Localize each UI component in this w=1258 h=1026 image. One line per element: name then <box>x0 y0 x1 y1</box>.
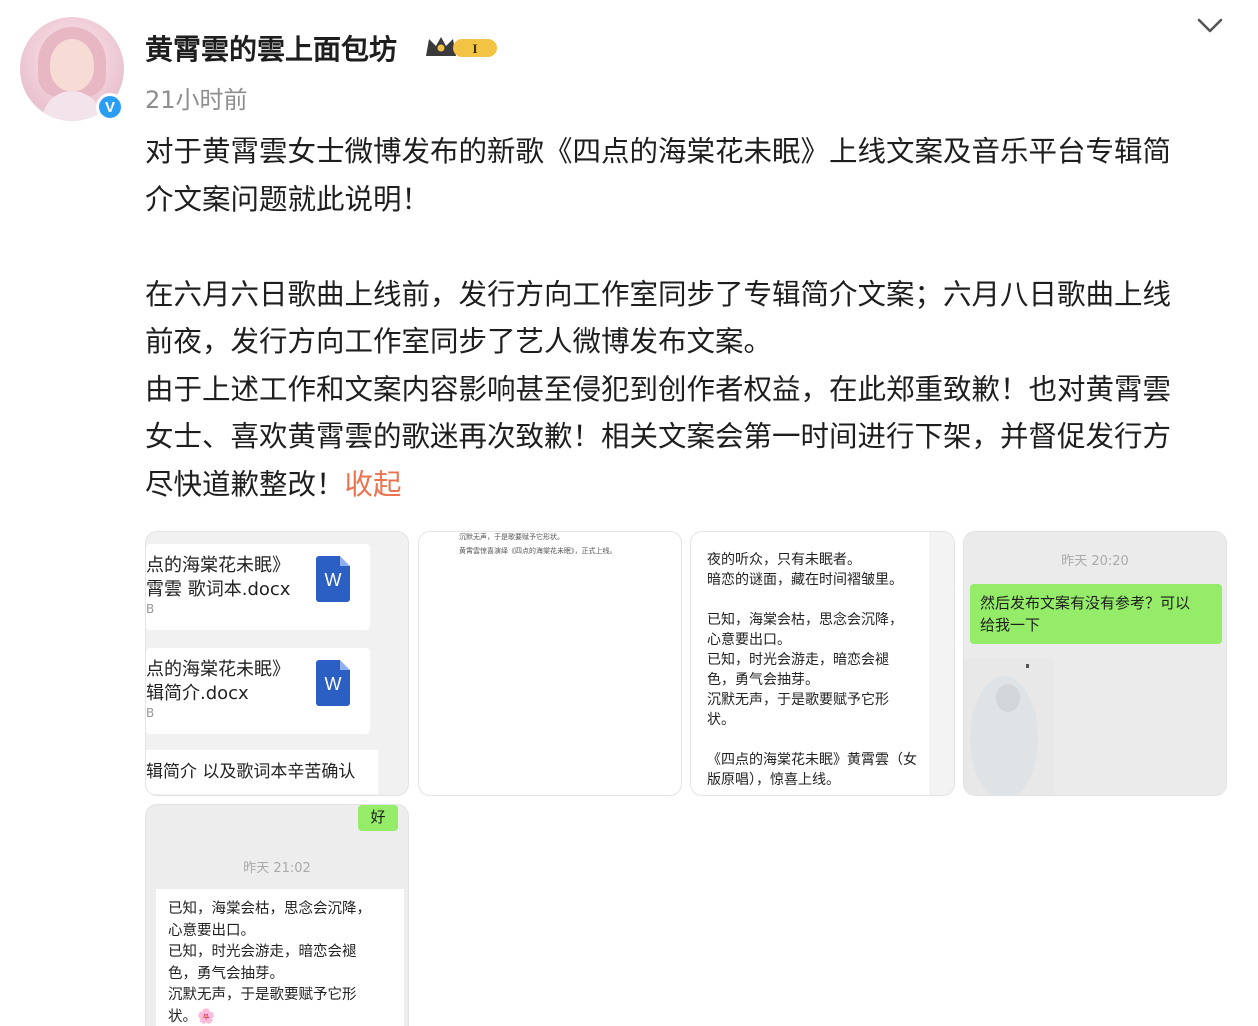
post-line: 在六月六日歌曲上线前，发行方向工作室同步了专辑简介文案；六月八日歌曲上线 <box>145 277 1172 311</box>
avatar-face <box>50 39 94 91</box>
post-body: 对于黄霄雲女士微博发布的新歌《四点的海棠花未眠》上线文案及音乐平台专辑简 介文案… <box>145 128 1235 508</box>
post-timestamp: 21小时前 <box>145 86 248 114</box>
file-size: B <box>146 602 155 616</box>
file-size: B <box>146 706 155 720</box>
file-name: 点的海棠花未眠》 辑简介.docx <box>146 659 290 704</box>
tiny-text: 黄霄雲惊喜演绎《四点的海棠花未眠》，正式上线。 <box>459 547 617 555</box>
file-card: 点的海棠花未眠》 辑简介.docx B W <box>146 648 370 734</box>
collapse-link[interactable]: 收起 <box>345 468 402 501</box>
post-line-text: 尽快道歉整改！ <box>145 467 345 501</box>
verified-badge-icon: V <box>96 93 124 121</box>
chat-time: 昨天 21:02 <box>243 861 311 876</box>
level-number: I <box>472 41 477 56</box>
flower-emoji-icon: 🌸 <box>197 1008 216 1025</box>
post-image-1[interactable]: 点的海棠花未眠》 霄雲 歌词本.docx B W 点的海棠花未眠》 辑简介.docx… <box>145 531 409 796</box>
post-line: 前夜，发行方向工作室同步了艺人微博发布文案。 <box>145 325 773 358</box>
lyric-text: 夜的听众，只有未眠者。 暗恋的谜面，藏在时间褶皱里。 已知，海棠会枯，思念会沉降… <box>707 552 917 788</box>
file-card: 点的海棠花未眠》 霄雲 歌词本.docx B W <box>146 544 370 630</box>
tiny-text: 沉默无声，于是歌要赋予它形状。 <box>459 533 564 541</box>
chat-bubble-sent: 好 <box>358 805 398 831</box>
chat-time: 昨天 20:20 <box>1061 554 1129 569</box>
file-name: 点的海棠花未眠》 霄雲 歌词本.docx <box>146 555 291 600</box>
post-line: 女士、喜欢黄霄雲的歌迷再次致歉！相关文案会第一时间进行下架，并督促发行方 <box>145 420 1172 453</box>
chat-message: 辑简介 以及歌词本辛苦确认 <box>146 750 378 794</box>
word-doc-icon: W <box>316 556 350 602</box>
chat-bubble-sent: 然后发布文案有没有参考？可以 给我一下 <box>970 584 1222 644</box>
post-image-2[interactable]: 沉默无声，于是歌要赋予它形状。 黄霄雲惊喜演绎《四点的海棠花未眠》，正式上线。 <box>418 531 682 796</box>
post-line: 由于上述工作和文案内容影响甚至侵犯到创作者权益，在此郑重致歉！也对黄霄雲 <box>145 372 1172 406</box>
username[interactable]: 黄霄雲的雲上面包坊 <box>145 28 397 68</box>
post-line: 对于黄霄雲女士微博发布的新歌《四点的海棠花未眠》上线文案及音乐平台专辑简 <box>145 135 1172 168</box>
post-image-3[interactable]: 夜的听众，只有未眠者。 暗恋的谜面，藏在时间褶皱里。 已知，海棠会枯，思念会沉降… <box>690 531 955 796</box>
blurred-photo-icon <box>964 658 1054 795</box>
chat-bubble-received: 已知，海棠会枯，思念会沉降， 心意要出口。 已知，时光会游走，暗恋会褪 色，勇气… <box>156 889 404 1026</box>
post-image-4[interactable]: 昨天 20:20 然后发布文案有没有参考？可以 给我一下 <box>963 531 1227 796</box>
chevron-down-icon[interactable] <box>1196 14 1224 36</box>
post-line: 介文案问题就此说明！ <box>145 182 431 216</box>
word-doc-icon: W <box>316 660 350 706</box>
post-line-last: 尽快道歉整改！收起 <box>145 461 1235 509</box>
post-image-5[interactable]: 好 昨天 21:02 已知，海棠会枯，思念会沉降， 心意要出口。 已知，时光会游… <box>145 804 409 1026</box>
member-crown-badge-icon[interactable]: I <box>423 34 499 60</box>
